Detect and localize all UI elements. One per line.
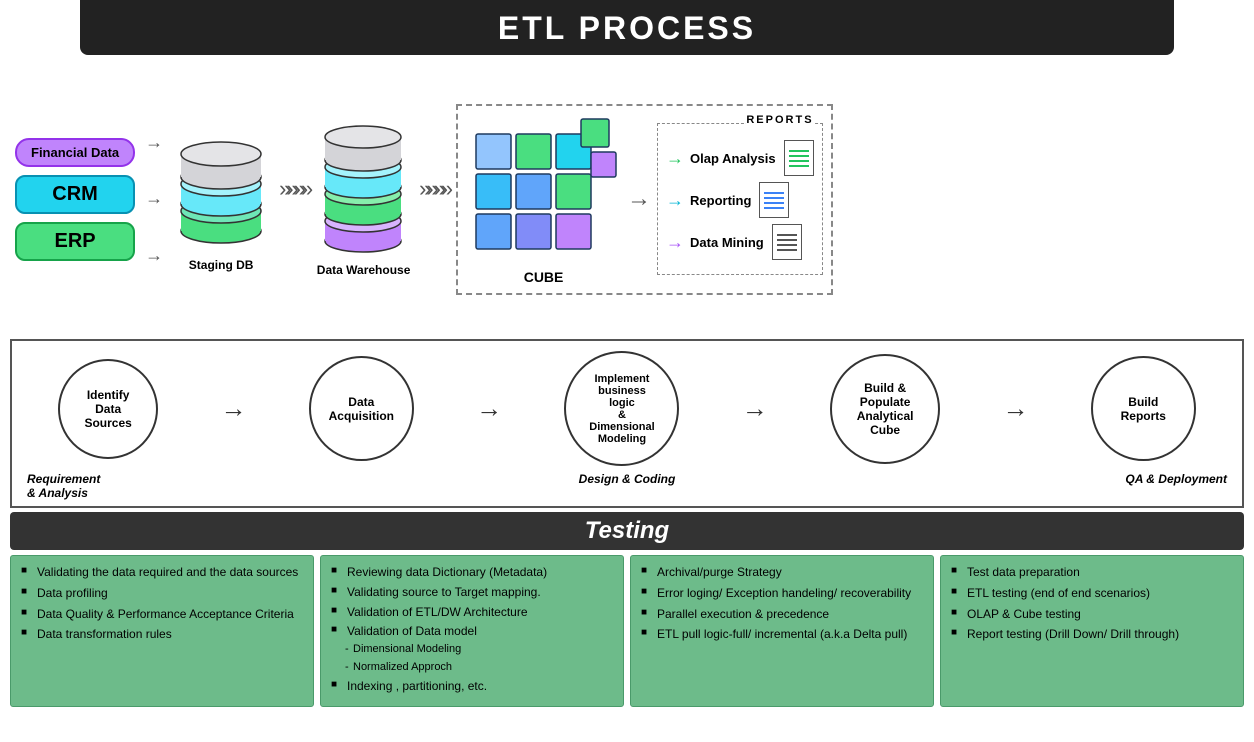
cube-label: CUBE [524,269,564,285]
chevron-2: »»»» [419,176,448,202]
process-flow-row: IdentifyDataSources → DataAcquisition → … [27,351,1227,466]
reports-section: REPORTS → Olap Analysis → Reporting [657,123,823,275]
step-acquisition: DataAcquisition [309,356,414,461]
cube-to-reports-arrow: → [627,185,651,213]
staging-db: Staging DB [171,126,271,272]
staging-label: Staging DB [189,258,254,272]
datamining-report-icon [772,224,802,260]
data-warehouse-icon [316,121,411,261]
chevron-1: »»»» [279,176,308,202]
cube-reports-container: CUBE → REPORTS → Olap Analysis → Repo [456,104,833,295]
reporting-report-icon [759,182,789,218]
label-qa: QA & Deployment [1087,472,1227,500]
olap-row: → Olap Analysis [666,140,814,176]
testing-box-4: ■Test data preparation ■ETL testing (end… [940,555,1244,707]
datamining-label: Data Mining [690,235,764,250]
process-labels: Requirement& Analysis Design & Coding QA… [27,468,1227,506]
testing-title: Testing [10,517,1244,545]
testing-box-2: ■Reviewing data Dictionary (Metadata) ■V… [320,555,624,707]
testing-header: Testing [10,512,1244,550]
datamining-row: → Data Mining [666,224,814,260]
top-diagram: Financial Data CRM ERP → → → Staging DB [0,55,1254,335]
olap-report-icon [784,140,814,176]
dw-label: Data Warehouse [317,263,411,277]
staging-db-icon [171,126,271,256]
etl-header: ETL PROCESS [80,0,1174,55]
cube-icon [466,114,621,269]
label-requirement: Requirement& Analysis [27,472,167,500]
erp-box: ERP [15,222,135,261]
step-build-reports: BuildReports [1091,356,1196,461]
data-sources: Financial Data CRM ERP [15,138,135,261]
financial-data-box: Financial Data [15,138,135,167]
reporting-row: → Reporting [666,182,814,218]
step-identify: IdentifyDataSources [58,359,158,459]
label-design: Design & Coding [167,472,1087,500]
testing-grid: ■Validating the data required and the da… [10,555,1244,707]
reports-title: REPORTS [746,114,813,126]
cube-area: CUBE [466,114,621,285]
page-title: ETL PROCESS [80,10,1174,47]
step-build-cube: Build &PopulateAnalyticalCube [830,354,940,464]
testing-box-1: ■Validating the data required and the da… [10,555,314,707]
crm-box: CRM [15,175,135,214]
source-arrows: → → → [145,114,163,284]
data-warehouse: Data Warehouse [316,121,411,277]
process-section: IdentifyDataSources → DataAcquisition → … [10,339,1244,508]
reporting-label: Reporting [690,193,751,208]
olap-label: Olap Analysis [690,151,776,166]
testing-box-3: ■Archival/purge Strategy ■Error loging/ … [630,555,934,707]
step-implement: Implementbusinesslogic&DimensionalModeli… [564,351,679,466]
